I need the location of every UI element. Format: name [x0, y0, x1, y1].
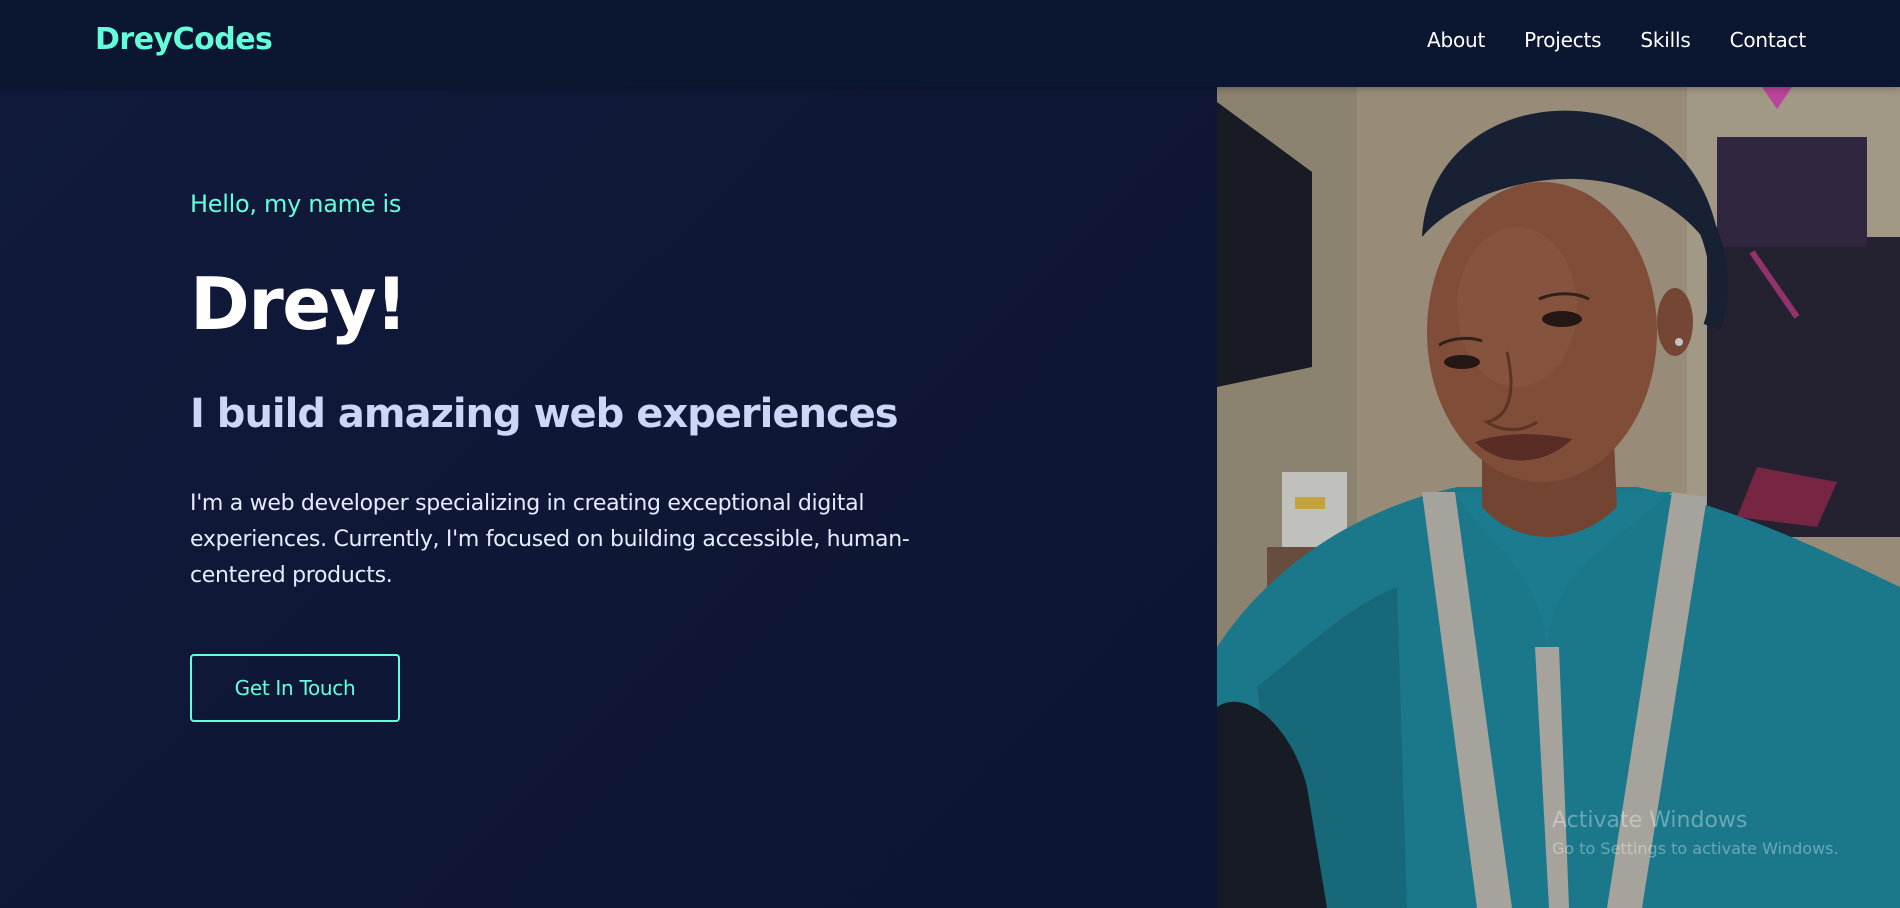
- site-logo[interactable]: DreyCodes: [95, 22, 273, 57]
- photo-dim-overlay: [1217, 87, 1900, 908]
- main-nav: About Projects Skills Contact: [1427, 28, 1806, 52]
- nav-link-skills[interactable]: Skills: [1640, 28, 1690, 52]
- site-header: DreyCodes About Projects Skills Contact: [0, 0, 1900, 87]
- hero-greeting: Hello, my name is: [190, 190, 402, 218]
- hero-tagline: I build amazing web experiences: [190, 391, 899, 437]
- hero-bio: I'm a web developer specializing in crea…: [190, 491, 910, 588]
- watermark-title: Activate Windows: [1552, 808, 1748, 833]
- portfolio-page: DreyCodes About Projects Skills Contact …: [0, 0, 1900, 908]
- get-in-touch-button[interactable]: Get In Touch: [190, 654, 400, 722]
- profile-photo: [1217, 87, 1900, 908]
- watermark-subtitle: Go to Settings to activate Windows.: [1552, 839, 1839, 858]
- activate-windows-watermark: Activate Windows Go to Settings to activ…: [1552, 808, 1839, 858]
- hero-section: Hello, my name is Drey! I build amazing …: [190, 190, 950, 722]
- hero-name: Drey!: [190, 262, 408, 346]
- nav-link-about[interactable]: About: [1427, 28, 1485, 52]
- nav-link-projects[interactable]: Projects: [1524, 28, 1601, 52]
- nav-link-contact[interactable]: Contact: [1730, 28, 1807, 52]
